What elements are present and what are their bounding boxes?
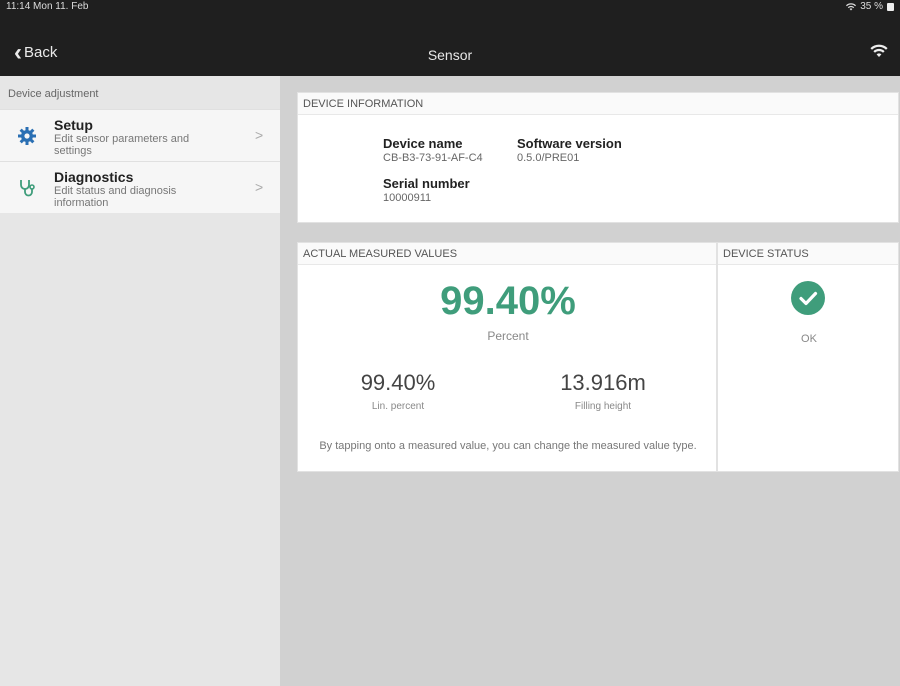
navigation-bar: ‹ Back Sensor xyxy=(0,14,900,76)
device-name-label: Device name xyxy=(383,136,463,151)
battery-percent: 35 % xyxy=(860,1,883,12)
chevron-right-icon: > xyxy=(255,127,264,143)
serial-number-value: 10000911 xyxy=(383,192,432,204)
tertiary-measured-label: Filling height xyxy=(574,401,632,412)
wifi-icon[interactable] xyxy=(870,44,888,58)
sidebar: Device adjustment Setup Edit sensor para… xyxy=(0,76,280,686)
measured-value-hint: By tapping onto a measured value, you ca… xyxy=(319,440,697,452)
device-information-header: DEVICE INFORMATION xyxy=(298,93,898,115)
battery-icon xyxy=(887,3,894,11)
chevron-right-icon: > xyxy=(255,179,264,195)
check-circle-icon xyxy=(791,281,825,315)
status-indicators: 35 % xyxy=(846,0,894,14)
primary-measured-label: Percent xyxy=(487,329,529,343)
measured-values-card: ACTUAL MEASURED VALUES 99.40% Percent 99… xyxy=(297,242,717,472)
sidebar-item-subtitle: Edit status and diagnosis information xyxy=(54,185,177,209)
device-status-value: OK xyxy=(801,333,817,345)
stethoscope-icon xyxy=(20,180,35,197)
device-status-header: DEVICE STATUS xyxy=(718,243,898,265)
sidebar-item-title: Diagnostics xyxy=(54,169,134,185)
tertiary-measured-value[interactable]: 13.916m xyxy=(523,370,683,396)
page-title: Sensor xyxy=(427,47,473,63)
sidebar-item-diagnostics[interactable]: Diagnostics Edit status and diagnosis in… xyxy=(0,161,280,213)
software-version-label: Software version xyxy=(517,136,622,151)
sidebar-header: Device adjustment xyxy=(8,88,99,100)
device-name-value: CB-B3-73-91-AF-C4 xyxy=(383,152,483,164)
sidebar-item-title: Setup xyxy=(54,117,93,133)
status-time: 11:14 Mon 11. Feb xyxy=(6,1,89,12)
serial-number-label: Serial number xyxy=(383,176,470,191)
gear-icon xyxy=(18,127,36,145)
secondary-measured-value[interactable]: 99.40% xyxy=(318,370,478,396)
wifi-status-icon xyxy=(846,3,857,11)
device-information-card: DEVICE INFORMATION Device name CB-B3-73-… xyxy=(297,92,899,223)
measured-values-header: ACTUAL MEASURED VALUES xyxy=(298,243,716,265)
secondary-measured-label: Lin. percent xyxy=(371,401,425,412)
software-version-value: 0.5.0/PRE01 xyxy=(517,152,580,164)
status-bar: 11:14 Mon 11. Feb 35 % xyxy=(0,0,900,14)
sidebar-item-setup[interactable]: Setup Edit sensor parameters and setting… xyxy=(0,109,280,161)
device-status-card: DEVICE STATUS OK xyxy=(717,242,899,472)
primary-measured-value[interactable]: 99.40% xyxy=(298,279,718,324)
sidebar-item-subtitle: Edit sensor parameters and settings xyxy=(54,133,190,157)
